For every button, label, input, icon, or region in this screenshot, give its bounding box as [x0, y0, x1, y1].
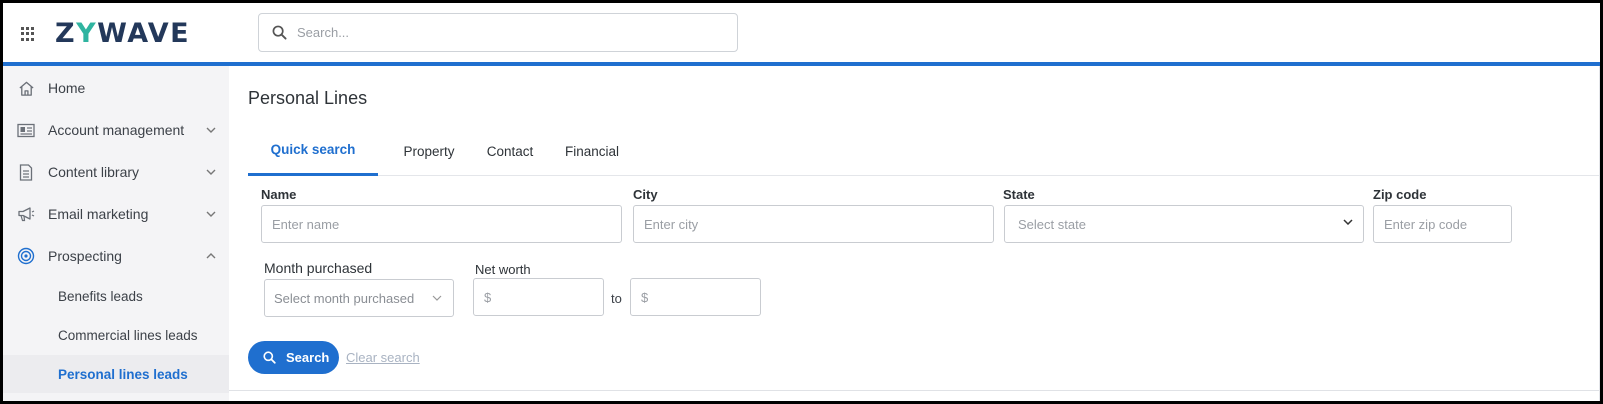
tab-quick-search[interactable]: Quick search: [248, 126, 378, 176]
megaphone-icon: [16, 204, 36, 224]
logo-text-right: WAVE: [97, 17, 191, 49]
net-worth-max-input[interactable]: [653, 287, 753, 307]
zip-code-input[interactable]: [1373, 205, 1512, 243]
sidebar-subitem-label: Benefits leads: [58, 288, 143, 304]
zywave-logo[interactable]: Z Y WAVE: [55, 17, 190, 49]
currency-symbol: $: [641, 289, 649, 305]
sidebar-item-label: Email marketing: [48, 206, 149, 222]
home-icon: [16, 78, 36, 98]
target-icon: [16, 246, 36, 266]
footer-divider: [229, 390, 1600, 391]
sidebar-item-label: Prospecting: [48, 248, 122, 264]
month-purchased-select[interactable]: Select month purchased: [264, 279, 454, 317]
sidebar-item-label: Content library: [48, 164, 140, 180]
sidebar-item-content-library[interactable]: Content library: [3, 152, 229, 192]
tab-contact[interactable]: Contact: [482, 126, 538, 176]
currency-symbol: $: [484, 289, 492, 305]
sidebar-nav: Home Account management Content library: [3, 66, 229, 401]
net-worth-label: Net worth: [475, 262, 531, 277]
chevron-down-icon: [432, 295, 442, 301]
sidebar-item-label: Account management: [48, 122, 185, 138]
main-content: Personal Lines Quick search Property Con…: [229, 66, 1600, 401]
search-button-label: Search: [286, 350, 330, 365]
right-edge-divider: [1599, 66, 1600, 401]
sidebar-subitem-benefits-leads[interactable]: Benefits leads: [3, 277, 229, 315]
top-bar: Z Y WAVE: [3, 3, 1600, 62]
sidebar-subitem-personal-lines-leads[interactable]: Personal lines leads: [3, 355, 229, 393]
sidebar-item-account-management[interactable]: Account management: [3, 110, 229, 150]
net-worth-min-input[interactable]: [496, 287, 596, 307]
chevron-down-icon[interactable]: [205, 124, 217, 136]
app-window: ZYWAVE Home Account management: [3, 3, 1600, 401]
net-worth-max-field[interactable]: $: [630, 278, 761, 316]
search-icon: [263, 351, 276, 364]
state-select[interactable]: Select state: [1004, 205, 1364, 243]
global-search-box[interactable]: [258, 13, 738, 52]
search-tabs: Quick search Property Contact Financial: [248, 126, 1600, 176]
chevron-down-icon[interactable]: [205, 166, 217, 178]
sidebar-item-label: Home: [48, 80, 86, 96]
state-label: State: [1003, 187, 1035, 202]
search-button[interactable]: Search: [248, 341, 339, 374]
city-label: City: [633, 187, 658, 202]
sidebar-subitem-label: Commercial lines leads: [58, 327, 198, 343]
month-purchased-label: Month purchased: [264, 260, 373, 276]
search-icon: [272, 25, 287, 40]
logo-text-slash: Y: [76, 17, 98, 49]
tab-property[interactable]: Property: [398, 126, 460, 176]
month-select-placeholder: Select month purchased: [274, 290, 415, 306]
sidebar-item-email-marketing[interactable]: Email marketing: [3, 194, 229, 234]
id-card-icon: [16, 120, 36, 140]
city-input[interactable]: [633, 205, 994, 243]
global-search-input[interactable]: [297, 25, 717, 40]
net-worth-min-field[interactable]: $: [473, 278, 604, 316]
app-launcher-icon[interactable]: [21, 27, 35, 41]
sidebar-item-prospecting[interactable]: Prospecting: [3, 236, 229, 276]
chevron-down-icon: [1343, 219, 1353, 225]
sidebar-subitem-commercial-lines-leads[interactable]: Commercial lines leads: [3, 316, 229, 354]
sidebar-item-home[interactable]: Home: [3, 68, 229, 108]
name-label: Name: [261, 187, 297, 202]
document-icon: [16, 162, 36, 182]
state-select-placeholder: Select state: [1018, 216, 1086, 232]
clear-search-link[interactable]: Clear search: [346, 350, 420, 365]
chevron-down-icon[interactable]: [205, 208, 217, 220]
page-title: Personal Lines: [248, 88, 368, 108]
zip-code-label: Zip code: [1373, 187, 1427, 202]
sidebar-subitem-label: Personal lines leads: [58, 366, 188, 382]
logo-text-left: Z: [55, 17, 77, 49]
name-input[interactable]: [261, 205, 622, 243]
tab-financial[interactable]: Financial: [562, 126, 622, 176]
range-to-label: to: [611, 291, 622, 306]
chevron-up-icon[interactable]: [205, 250, 217, 262]
